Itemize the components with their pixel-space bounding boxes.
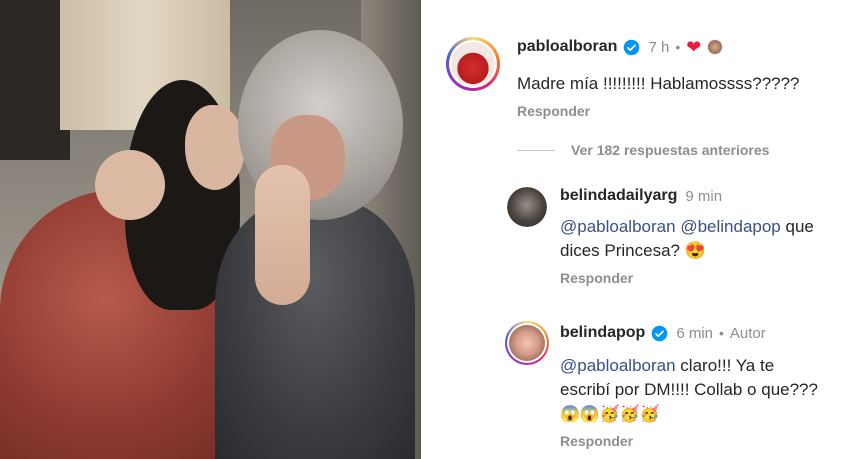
author-label: Autor: [729, 324, 766, 342]
reply-text-belindadailyarg: @pabloalboran @belindapop que dices Prin…: [560, 215, 814, 263]
post-photo: [0, 0, 421, 459]
mention-link[interactable]: @belindapop: [680, 217, 780, 236]
username-belindadailyarg[interactable]: belindadailyarg: [560, 187, 677, 205]
verified-badge-icon: [652, 325, 668, 341]
reply-text-line2: dices Princesa? 😍: [560, 241, 706, 260]
reply-text-part: claro!!! Ya te: [675, 356, 775, 375]
comment-time: 7 h: [648, 38, 670, 56]
reply-text-line2: escribí por DM!!!! Collab o que???: [560, 380, 818, 399]
reply-time: 6 min: [676, 324, 714, 342]
reply-time: 9 min: [685, 187, 723, 205]
comment-text: Madre mía !!!!!!!!! Hablamossss?????: [517, 74, 800, 93]
username-belindapop[interactable]: belindapop: [560, 324, 645, 342]
heart-icon: ❤: [686, 37, 702, 57]
reply-button[interactable]: Responder: [517, 103, 590, 119]
avatar-belindadailyarg[interactable]: [507, 187, 547, 227]
photo-hands-clasped: [255, 165, 310, 305]
liked-by-author-avatar: [707, 39, 724, 55]
comments-panel: pabloalboran 7 h • ❤ Madre mía !!!!!!!!!…: [421, 0, 850, 459]
reply-button[interactable]: Responder: [560, 270, 633, 286]
verified-badge-icon: [624, 39, 640, 55]
comment-header-pabloalboran: pabloalboran 7 h • ❤: [517, 37, 724, 57]
mention-link[interactable]: @pabloalboran: [560, 217, 676, 236]
divider-line: [517, 149, 555, 151]
avatar-pabloalboran[interactable]: [446, 37, 500, 91]
reply-emojis: 😱😱🥳🥳🥳: [560, 406, 660, 423]
separator-dot: •: [719, 325, 724, 341]
reply-header-belindadailyarg: belindadailyarg 9 min: [560, 187, 722, 205]
photo-hand: [95, 150, 165, 220]
view-replies-button[interactable]: Ver 182 respuestas anteriores: [517, 142, 769, 158]
username-pabloalboran[interactable]: pabloalboran: [517, 38, 617, 56]
reply-text-belindapop: @pabloalboran claro!!! Ya te escribí por…: [560, 354, 818, 427]
photo-young-face: [185, 105, 245, 190]
reply-text-part: que: [780, 217, 814, 236]
reply-header-belindapop: belindapop 6 min • Autor: [560, 324, 766, 342]
view-replies-label: Ver 182 respuestas anteriores: [571, 142, 770, 158]
avatar-belindapop[interactable]: [505, 321, 549, 365]
mention-link[interactable]: @pabloalboran: [560, 356, 676, 375]
separator-dot: •: [675, 39, 681, 55]
photo-person-dark-dress: [215, 200, 415, 459]
reply-button[interactable]: Responder: [560, 433, 633, 449]
